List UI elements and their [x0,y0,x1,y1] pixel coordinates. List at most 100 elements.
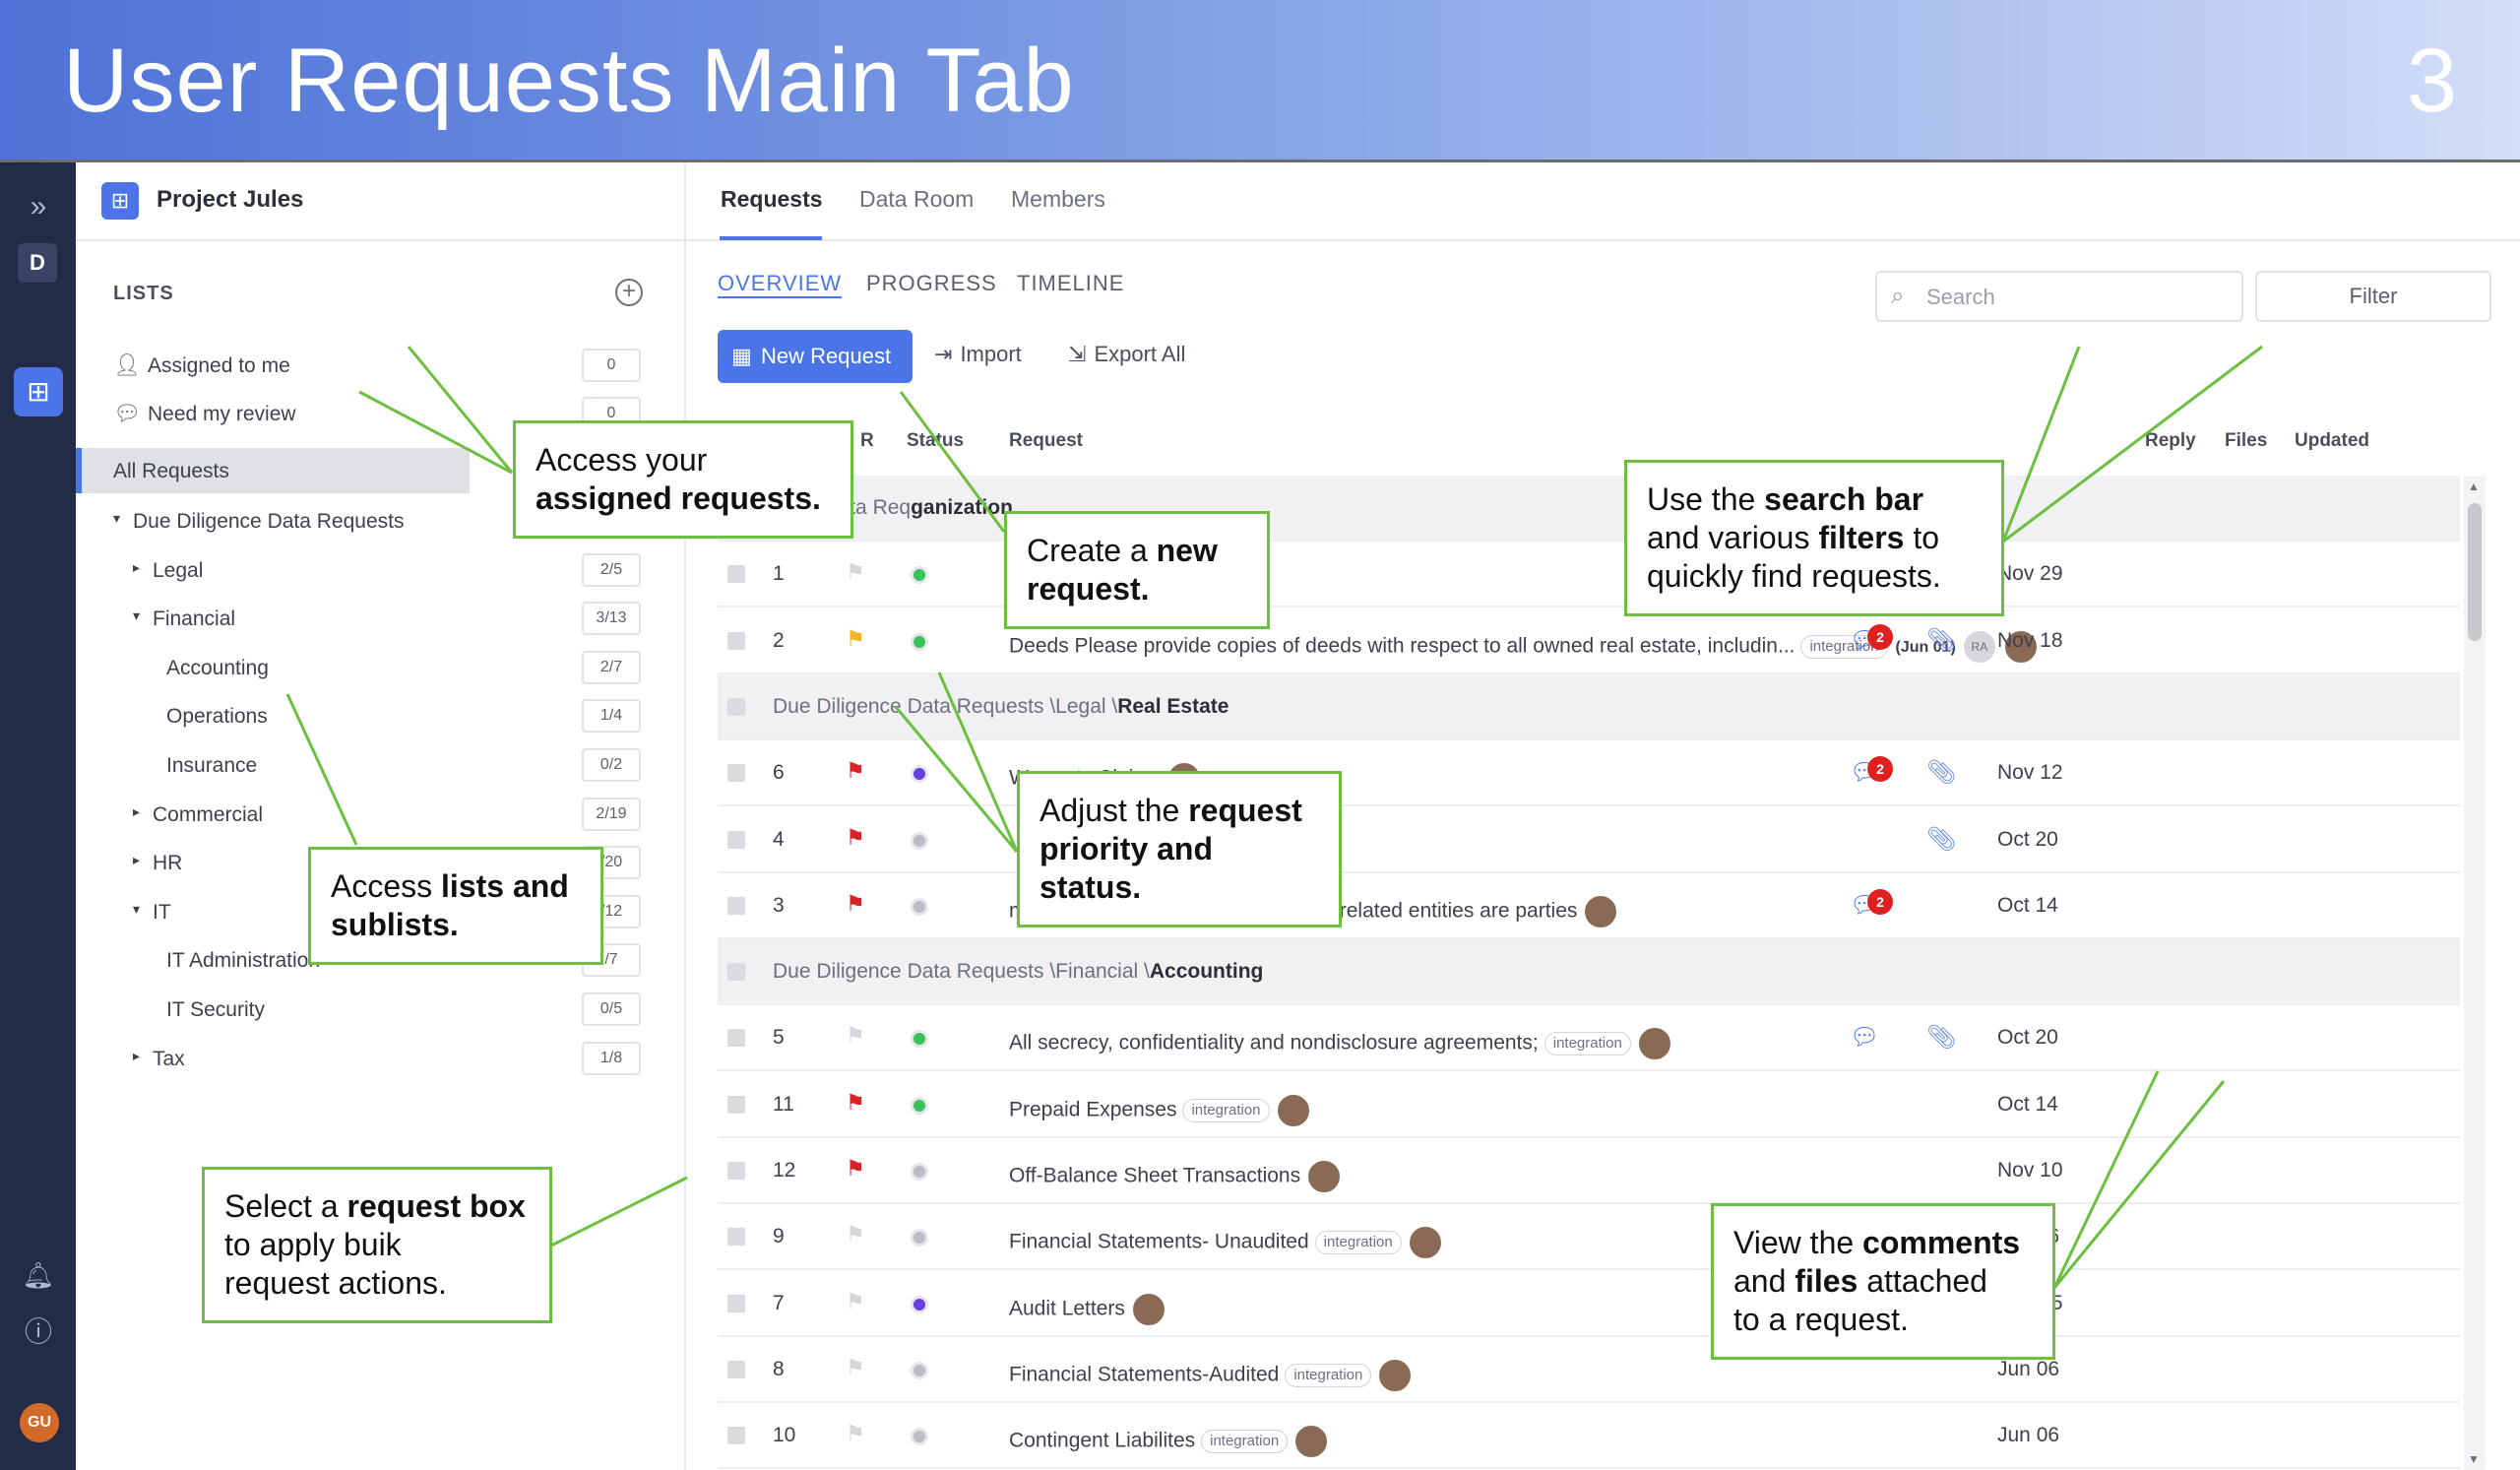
workspace-badge[interactable]: D [18,243,57,283]
assignee-avatar[interactable]: RA [1961,628,1997,665]
priority-flag-icon[interactable]: ⚑ [846,825,865,851]
priority-flag-icon[interactable]: ⚑ [846,626,865,652]
priority-flag-icon[interactable]: ⚑ [846,891,865,917]
scroll-thumb[interactable] [2468,503,2482,641]
attachment-icon[interactable]: 📎︎ [1926,825,1956,854]
caret-right-icon[interactable]: ▸ [133,803,140,820]
filter-button[interactable]: Filter [2255,271,2491,322]
status-dot[interactable] [911,1361,928,1379]
add-list-icon[interactable]: + [615,279,643,306]
nav-all-requests[interactable]: All Requests [76,448,470,493]
tab-data-room[interactable]: Data Room [859,186,974,213]
table-row[interactable]: 2 ⚑ Deeds Please provide copies of deeds w… [718,608,2460,674]
list-tree-item[interactable]: ▸ Tax 1/8 [76,1036,686,1081]
export-all-button[interactable]: ⇲ Export All [1068,342,1185,367]
status-dot[interactable] [911,831,928,850]
row-checkbox[interactable] [727,1228,745,1246]
priority-flag-icon[interactable]: ⚑ [846,1156,865,1182]
row-checkbox[interactable] [727,1294,745,1312]
list-tree-item[interactable]: ▸ Commercial 2/19 [76,792,686,837]
status-dot[interactable] [911,1096,928,1115]
scroll-down-icon[interactable]: ▼ [2468,1452,2480,1466]
request-title[interactable]: Contingent Liabilites integration [1009,1424,1330,1460]
row-checkbox[interactable] [727,963,745,982]
col-status[interactable]: Status [907,430,964,452]
status-dot[interactable] [911,1229,928,1247]
table-row[interactable]: 7⚑Audit LettersAug 25 [718,1271,2460,1337]
caret-right-icon[interactable]: ▸ [133,1048,140,1064]
table-row[interactable]: 9 ⚑ Financial Statements- Unaudited integra… [718,1204,2460,1271]
table-row[interactable]: 6⚑Warranty Claims💬︎2📎︎Nov 12 [718,740,2460,807]
assignee-avatar[interactable] [1407,1225,1443,1261]
assignee-avatar[interactable] [1293,1424,1330,1460]
list-tree-item[interactable]: Insurance 0/2 [76,742,686,788]
request-title[interactable]: Financial Statements- Unaudited integrati… [1009,1225,1443,1261]
nav-assigned-to-me[interactable]: 👤︎ Assigned to me 0 [76,343,686,388]
list-tree-item[interactable]: IT Security 0/5 [76,987,686,1032]
list-tree-item[interactable]: ▾ Financial 3/13 [76,596,686,641]
table-row[interactable]: 4 ⚑ 📎︎ Oct 20 [718,807,2460,873]
tab-requests[interactable]: Requests [721,186,823,213]
caret-down-icon[interactable]: ▾ [133,901,140,918]
table-row[interactable]: 1⚑Nov 25)💬︎2📎︎Nov 29 [718,542,2460,608]
expand-icon[interactable]: » [14,182,63,231]
request-title[interactable]: Off-Balance Sheet Transactions [1009,1159,1343,1194]
board-icon[interactable]: ⊞ [14,367,63,416]
request-title[interactable]: All secrecy, confidentiality and nondisc… [1009,1026,1672,1062]
caret-right-icon[interactable]: ▸ [133,559,140,576]
caret-down-icon[interactable]: ▾ [133,607,140,624]
assignee-avatar[interactable] [1306,1159,1343,1194]
new-request-button[interactable]: ▦ New Request [718,330,913,383]
assignee-avatar[interactable] [1636,1026,1672,1062]
row-checkbox[interactable] [727,565,745,584]
row-checkbox[interactable] [727,1427,745,1445]
status-dot[interactable] [911,1163,928,1181]
row-checkbox[interactable] [727,764,745,783]
priority-flag-icon[interactable]: ⚑ [846,1289,865,1314]
scroll-up-icon[interactable]: ▲ [2468,479,2480,493]
priority-flag-icon[interactable]: ⚑ [846,1421,865,1446]
row-checkbox[interactable] [727,1095,745,1114]
tab-progress[interactable]: PROGRESS [866,271,997,296]
status-dot[interactable] [911,897,928,916]
tab-timeline[interactable]: TIMELINE [1017,271,1124,296]
row-checkbox[interactable] [727,830,745,849]
request-title[interactable]: Prepaid Expenses integration [1009,1092,1311,1128]
user-avatar[interactable]: GU [20,1403,59,1442]
priority-flag-icon[interactable]: ⚑ [846,1355,865,1380]
group-row[interactable]: Due Diligence Data Requests \Legal \Real… [718,673,2460,740]
priority-flag-icon[interactable]: ⚑ [846,1090,865,1116]
status-dot[interactable] [911,632,928,651]
row-checkbox[interactable] [727,1360,745,1378]
col-files[interactable]: Files [2225,430,2267,452]
status-dot[interactable] [911,1030,928,1049]
table-row[interactable]: 10 ⚑ Contingent Liabilites integration Jun 0… [718,1403,2460,1470]
search-input[interactable] [1926,283,2222,312]
project-name[interactable]: Project Jules [157,186,303,214]
status-dot[interactable] [911,1428,928,1446]
col-reply[interactable]: Reply [2145,430,2196,452]
caret-right-icon[interactable]: ▸ [133,852,140,868]
col-updated[interactable]: Updated [2295,430,2369,452]
priority-flag-icon[interactable]: ⚑ [846,758,865,784]
caret-down-icon[interactable]: ▾ [113,510,120,527]
table-row[interactable]: 5 ⚑ All secrecy, confidentiality and nondi… [718,1005,2460,1072]
row-checkbox[interactable] [727,697,745,716]
group-row[interactable]: Due Diligence Data Requests \Financial \… [718,939,2460,1006]
priority-flag-icon[interactable]: ⚑ [846,559,865,585]
table-row[interactable]: 12 ⚑ Off-Balance Sheet Transactions Nov 10 [718,1138,2460,1204]
attachment-icon[interactable]: 📎︎ [1926,1023,1956,1052]
list-tree-item[interactable]: ▸ Legal 2/5 [76,547,686,593]
row-checkbox[interactable] [727,896,745,915]
row-checkbox[interactable] [727,631,745,650]
table-row[interactable]: 8 ⚑ Financial Statements-Audited integratio… [718,1337,2460,1403]
status-dot[interactable] [911,1295,928,1313]
priority-flag-icon[interactable]: ⚑ [846,1222,865,1247]
comment-icon[interactable]: 💬︎ [1850,1023,1879,1052]
attachment-icon[interactable]: 📎︎ [1926,626,1956,655]
tab-members[interactable]: Members [1011,186,1105,213]
col-priority[interactable]: R [860,430,874,452]
attachment-icon[interactable]: 📎︎ [1926,758,1956,787]
list-tree-item[interactable]: Accounting 2/7 [76,645,686,690]
table-row[interactable]: 3⚑ments to which directors, officers or … [718,873,2460,939]
